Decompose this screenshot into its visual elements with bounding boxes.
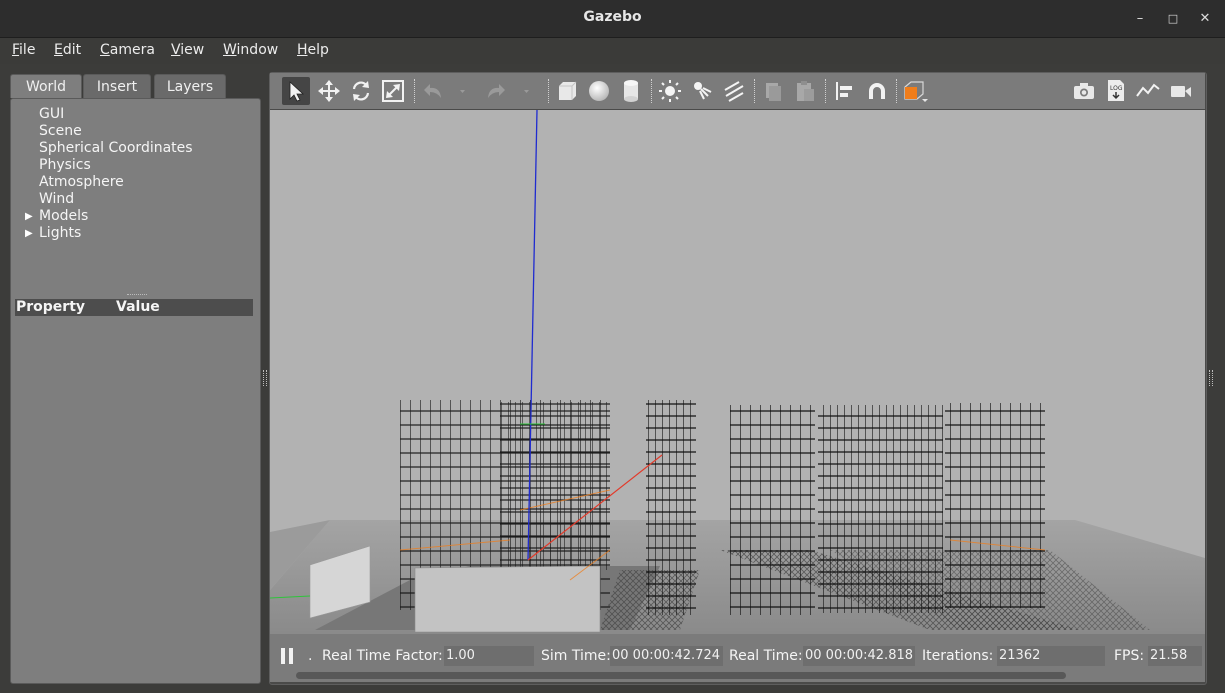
undo-dropdown-icon[interactable] (452, 77, 472, 105)
tab-layers[interactable]: Layers (154, 74, 226, 98)
3d-viewport[interactable] (270, 110, 1205, 634)
menu-camera[interactable]: Camera (100, 42, 155, 58)
horizontal-scrollbar[interactable] (296, 672, 1066, 679)
storage-rack[interactable] (818, 405, 943, 613)
view-angle-icon[interactable] (901, 77, 929, 105)
log-icon-label: LOG (1110, 85, 1123, 92)
sphere-icon[interactable] (585, 77, 613, 105)
box-icon[interactable] (553, 77, 581, 105)
maximize-button[interactable]: □ (1162, 8, 1184, 30)
align-icon[interactable] (831, 77, 859, 105)
paste-icon[interactable] (791, 77, 819, 105)
real-time-label: Real Time: (729, 648, 803, 664)
menu-help[interactable]: Help (297, 42, 329, 58)
toolbar-separator (548, 79, 550, 103)
storage-rack[interactable] (730, 405, 815, 615)
real-time-factor-label: Real Time Factor: (322, 648, 443, 664)
toolbar-separator (754, 79, 756, 103)
menu-mnemonic: H (297, 42, 308, 58)
tree-item-lights[interactable]: Lights (39, 225, 81, 241)
redo-dropdown-icon[interactable] (516, 77, 536, 105)
menu-file[interactable]: File (12, 42, 35, 58)
menu-bar: File Edit Camera View Window Help (0, 38, 1225, 64)
left-splitter-handle[interactable] (263, 370, 267, 386)
minimize-button[interactable]: – (1129, 8, 1151, 30)
property-column-header: Property (16, 299, 86, 315)
undo-icon[interactable] (419, 77, 447, 105)
menu-window[interactable]: Window (223, 42, 278, 58)
tree-item-scene[interactable]: Scene (39, 123, 82, 139)
tab-insert[interactable]: Insert (83, 74, 151, 98)
real-time-value: 00 00:00:42.818 (803, 646, 915, 666)
menu-mnemonic: W (223, 42, 237, 58)
redo-icon[interactable] (482, 77, 510, 105)
window-title: Gazebo (583, 9, 642, 25)
fps-value: 21.58 (1148, 646, 1202, 666)
value-column-header: Value (116, 299, 160, 315)
tree-item-spherical-coordinates[interactable]: Spherical Coordinates (39, 140, 193, 156)
tree-item-physics[interactable]: Physics (39, 157, 91, 173)
directional-light-icon[interactable] (720, 77, 748, 105)
pause-icon (289, 648, 293, 664)
expand-arrow-icon[interactable]: ▶ (25, 211, 33, 222)
title-bar: Gazebo – □ ✕ (0, 0, 1225, 38)
spot-light-icon[interactable] (688, 77, 716, 105)
property-table-header: Property Value (15, 299, 253, 316)
iterations-value: 21362 (997, 646, 1105, 666)
record-video-icon[interactable] (1167, 77, 1195, 105)
rotate-icon[interactable] (347, 77, 375, 105)
toolbar-separator (651, 79, 653, 103)
tree-item-wind[interactable]: Wind (39, 191, 74, 207)
pause-icon (281, 648, 285, 664)
menu-view[interactable]: View (171, 42, 204, 58)
scale-icon[interactable] (379, 77, 407, 105)
sim-time-value: 00 00:00:42.724 (610, 646, 723, 666)
point-light-icon[interactable] (656, 77, 684, 105)
menu-mnemonic: V (171, 42, 181, 58)
menu-mnemonic: F (12, 42, 20, 58)
right-splitter-handle[interactable] (1209, 370, 1213, 386)
fps-label: FPS: (1114, 648, 1145, 664)
toolbar-separator (896, 79, 898, 103)
snap-icon[interactable] (863, 77, 891, 105)
storage-rack[interactable] (945, 403, 1045, 608)
tab-world[interactable]: World (10, 74, 82, 98)
select-arrow-icon[interactable] (282, 77, 310, 105)
toolbar-separator (414, 79, 416, 103)
storage-rack[interactable] (500, 402, 610, 570)
tree-item-gui[interactable]: GUI (39, 106, 64, 122)
sim-time-label: Sim Time: (541, 648, 611, 664)
tree-item-atmosphere[interactable]: Atmosphere (39, 174, 124, 190)
tree-item-models[interactable]: Models (39, 208, 88, 224)
close-button[interactable]: ✕ (1194, 8, 1216, 30)
menu-mnemonic: C (100, 42, 110, 58)
real-time-factor-value: 1.00 (444, 646, 534, 666)
menu-edit[interactable]: Edit (54, 42, 81, 58)
screenshot-icon[interactable] (1070, 77, 1098, 105)
iterations-label: Iterations: (922, 648, 994, 664)
step-button[interactable]: . (308, 648, 312, 664)
pause-button[interactable] (280, 647, 296, 665)
log-icon[interactable]: LOG (1102, 77, 1130, 105)
menu-mnemonic: E (54, 42, 63, 58)
wall-block (414, 565, 601, 633)
toolbar-separator (825, 79, 827, 103)
copy-icon[interactable] (759, 77, 787, 105)
cylinder-icon[interactable] (617, 77, 645, 105)
plot-icon[interactable] (1134, 77, 1162, 105)
storage-rack[interactable] (646, 400, 696, 615)
translate-icon[interactable] (315, 77, 343, 105)
panel-splitter-handle[interactable] (127, 294, 147, 297)
expand-arrow-icon[interactable]: ▶ (25, 228, 33, 239)
